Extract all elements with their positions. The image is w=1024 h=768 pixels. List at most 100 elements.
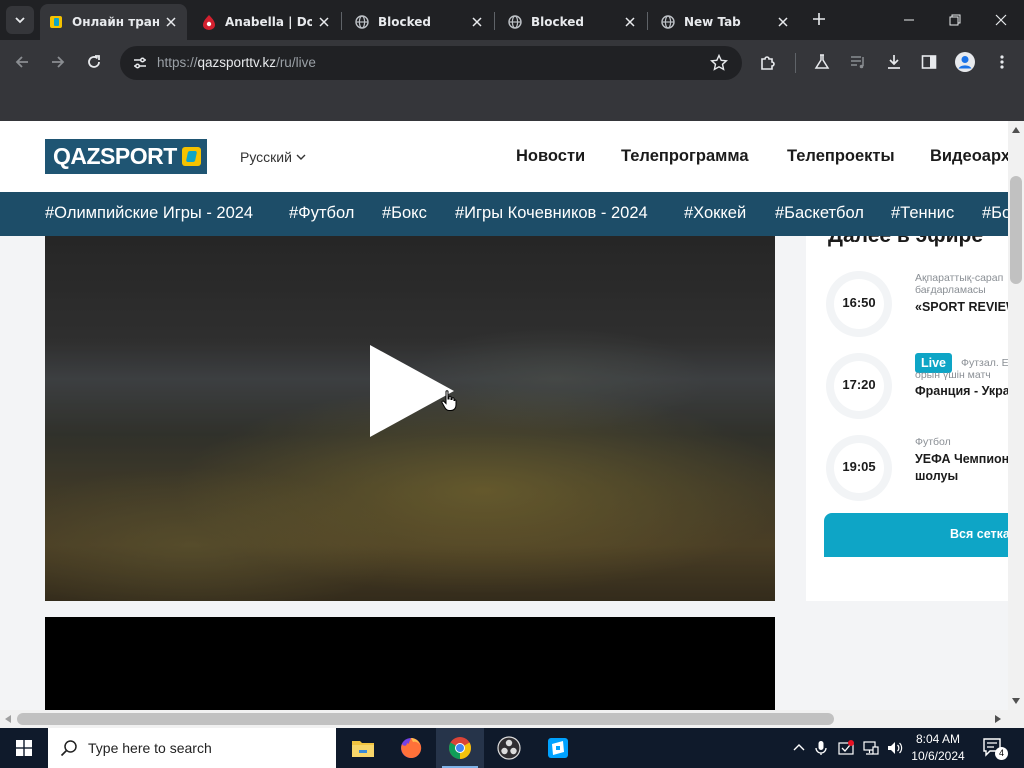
vertical-scroll-thumb[interactable] xyxy=(1010,176,1022,284)
tab-blocked-2[interactable]: Blocked xyxy=(499,4,646,40)
video-player[interactable] xyxy=(45,236,775,601)
restore-button[interactable] xyxy=(932,0,978,40)
side-panel-button[interactable] xyxy=(915,48,943,76)
schedule-category: орын үшін матч xyxy=(915,369,991,381)
close-tab-icon[interactable] xyxy=(469,14,485,30)
security-icon[interactable] xyxy=(837,739,855,757)
taskbar-search-box[interactable]: Type here to search xyxy=(48,728,336,768)
schedule-item[interactable]: 17:20 Live Футзал. Е орын үшін матч Фран… xyxy=(806,353,1008,423)
globe-icon xyxy=(660,14,676,30)
taskbar-firefox[interactable] xyxy=(387,728,435,768)
nav-tv-projects[interactable]: Телепроекты xyxy=(787,147,895,166)
reload-button[interactable] xyxy=(80,48,108,76)
taskbar-file-explorer[interactable] xyxy=(339,728,387,768)
language-selector[interactable]: Русский xyxy=(240,149,306,165)
up-next-panel: Далее в эфире 16:50 Ақпараттық-сарап бағ… xyxy=(806,236,1008,601)
anabella-favicon xyxy=(201,14,217,30)
avatar-icon xyxy=(955,52,975,72)
taskbar-obs[interactable] xyxy=(485,728,533,768)
nav-tv-program[interactable]: Телепрограмма xyxy=(621,147,749,166)
vertical-scrollbar[interactable] xyxy=(1008,121,1024,710)
toolbar-divider xyxy=(795,53,796,73)
close-tab-icon[interactable] xyxy=(316,14,332,30)
scroll-left-icon[interactable] xyxy=(5,715,11,723)
minimize-button[interactable] xyxy=(886,0,932,40)
url-host: qazsporttv.kz xyxy=(197,55,277,70)
media-controls-button[interactable] xyxy=(844,48,872,76)
tag-tennis[interactable]: #Теннис xyxy=(891,204,954,223)
horizontal-scrollbar[interactable] xyxy=(0,710,1024,728)
site-header: QAZSPORT Русский Новости Телепрограмма Т… xyxy=(0,121,1008,192)
restore-icon xyxy=(949,14,961,26)
close-tab-icon[interactable] xyxy=(163,14,179,30)
url-text[interactable]: https://qazsporttv.kz/ru/live xyxy=(157,55,316,70)
hand-cursor-icon xyxy=(441,390,457,411)
site-logo[interactable]: QAZSPORT xyxy=(45,139,207,174)
notification-center-button[interactable]: 4 xyxy=(982,737,1008,760)
menu-button[interactable] xyxy=(988,48,1016,76)
scroll-down-icon[interactable] xyxy=(1012,698,1020,704)
download-icon xyxy=(888,55,900,69)
tab-blocked-1[interactable]: Blocked xyxy=(346,4,493,40)
chevron-up-icon[interactable] xyxy=(790,739,808,757)
tag-more[interactable]: #Бо xyxy=(982,204,1008,223)
tab-qazsport[interactable]: Онлайн трансл xyxy=(40,4,187,40)
close-tab-icon[interactable] xyxy=(775,14,791,30)
schedule-item[interactable]: 19:05 Футбол УЕФА Чемпион шолуы xyxy=(806,435,1008,505)
scroll-right-icon[interactable] xyxy=(995,715,1001,723)
downloads-button[interactable] xyxy=(880,48,908,76)
schedule-program-name: Франция - Укра xyxy=(915,384,1008,398)
clock-time: 8:04 AM xyxy=(915,732,961,746)
start-button[interactable] xyxy=(0,728,48,768)
flask-icon xyxy=(814,54,830,69)
schedule-program-name: УЕФА Чемпион xyxy=(915,452,1008,466)
page-viewport: QAZSPORT Русский Новости Телепрограмма Т… xyxy=(0,121,1008,710)
tab-title: Anabella | Dok xyxy=(225,15,312,29)
site-info-button[interactable] xyxy=(128,51,152,75)
tag-basketball[interactable]: #Баскетбол xyxy=(775,204,864,223)
nav-news[interactable]: Новости xyxy=(516,147,585,166)
taskbar-chrome[interactable] xyxy=(436,728,484,768)
tag-hockey[interactable]: #Хоккей xyxy=(684,204,746,223)
schedule-time: 17:20 xyxy=(842,377,876,392)
new-tab-button[interactable] xyxy=(808,8,830,30)
tune-icon xyxy=(134,57,146,69)
microphone-icon[interactable] xyxy=(812,739,830,757)
back-button[interactable] xyxy=(8,48,36,76)
system-clock[interactable]: 8:04 AM 10/6/2024 xyxy=(898,731,978,765)
chevron-down-icon xyxy=(15,17,25,24)
tag-nomad-games[interactable]: #Игры Кочевников - 2024 xyxy=(455,204,648,223)
taskbar-roblox-studio[interactable] xyxy=(534,728,582,768)
bookmark-star-icon[interactable] xyxy=(710,54,728,72)
tab-new-tab[interactable]: New Tab xyxy=(652,4,799,40)
close-window-button[interactable] xyxy=(978,0,1024,40)
secondary-video-player[interactable] xyxy=(45,617,775,710)
extensions-button[interactable] xyxy=(754,48,782,76)
search-icon xyxy=(60,740,77,757)
tag-football[interactable]: #Футбол xyxy=(289,204,354,223)
clock-date: 10/6/2024 xyxy=(911,749,965,763)
schedule-category: Футбол xyxy=(915,436,951,448)
scroll-up-icon[interactable] xyxy=(1012,127,1020,133)
network-icon[interactable] xyxy=(862,739,880,757)
language-label: Русский xyxy=(240,149,292,165)
tag-boxing[interactable]: #Бокс xyxy=(382,204,427,223)
screen: Онлайн трансл Anabella | Dok Blocked Blo… xyxy=(0,0,1024,768)
labs-button[interactable] xyxy=(808,48,836,76)
horizontal-scroll-thumb[interactable] xyxy=(17,713,834,725)
address-bar[interactable]: https://qazsporttv.kz/ru/live xyxy=(120,46,742,80)
chevron-down-icon xyxy=(296,154,306,160)
profile-button[interactable] xyxy=(951,48,979,76)
tab-search-button[interactable] xyxy=(6,6,34,34)
forward-button[interactable] xyxy=(44,48,72,76)
schedule-time: 19:05 xyxy=(842,459,876,474)
close-tab-icon[interactable] xyxy=(622,14,638,30)
nav-video-archive[interactable]: Видеоарх xyxy=(930,147,1008,166)
all-schedule-button[interactable]: Вся сетка xyxy=(824,513,1008,557)
tab-title: New Tab xyxy=(684,15,741,29)
tab-anabella[interactable]: Anabella | Dok xyxy=(193,4,340,40)
tag-olympics[interactable]: #Олимпийские Игры - 2024 xyxy=(45,204,253,223)
tab-separator xyxy=(341,12,342,30)
tab-title: Blocked xyxy=(531,15,585,29)
schedule-item[interactable]: 16:50 Ақпараттық-сарап бағдарламасы «SPO… xyxy=(806,271,1008,341)
